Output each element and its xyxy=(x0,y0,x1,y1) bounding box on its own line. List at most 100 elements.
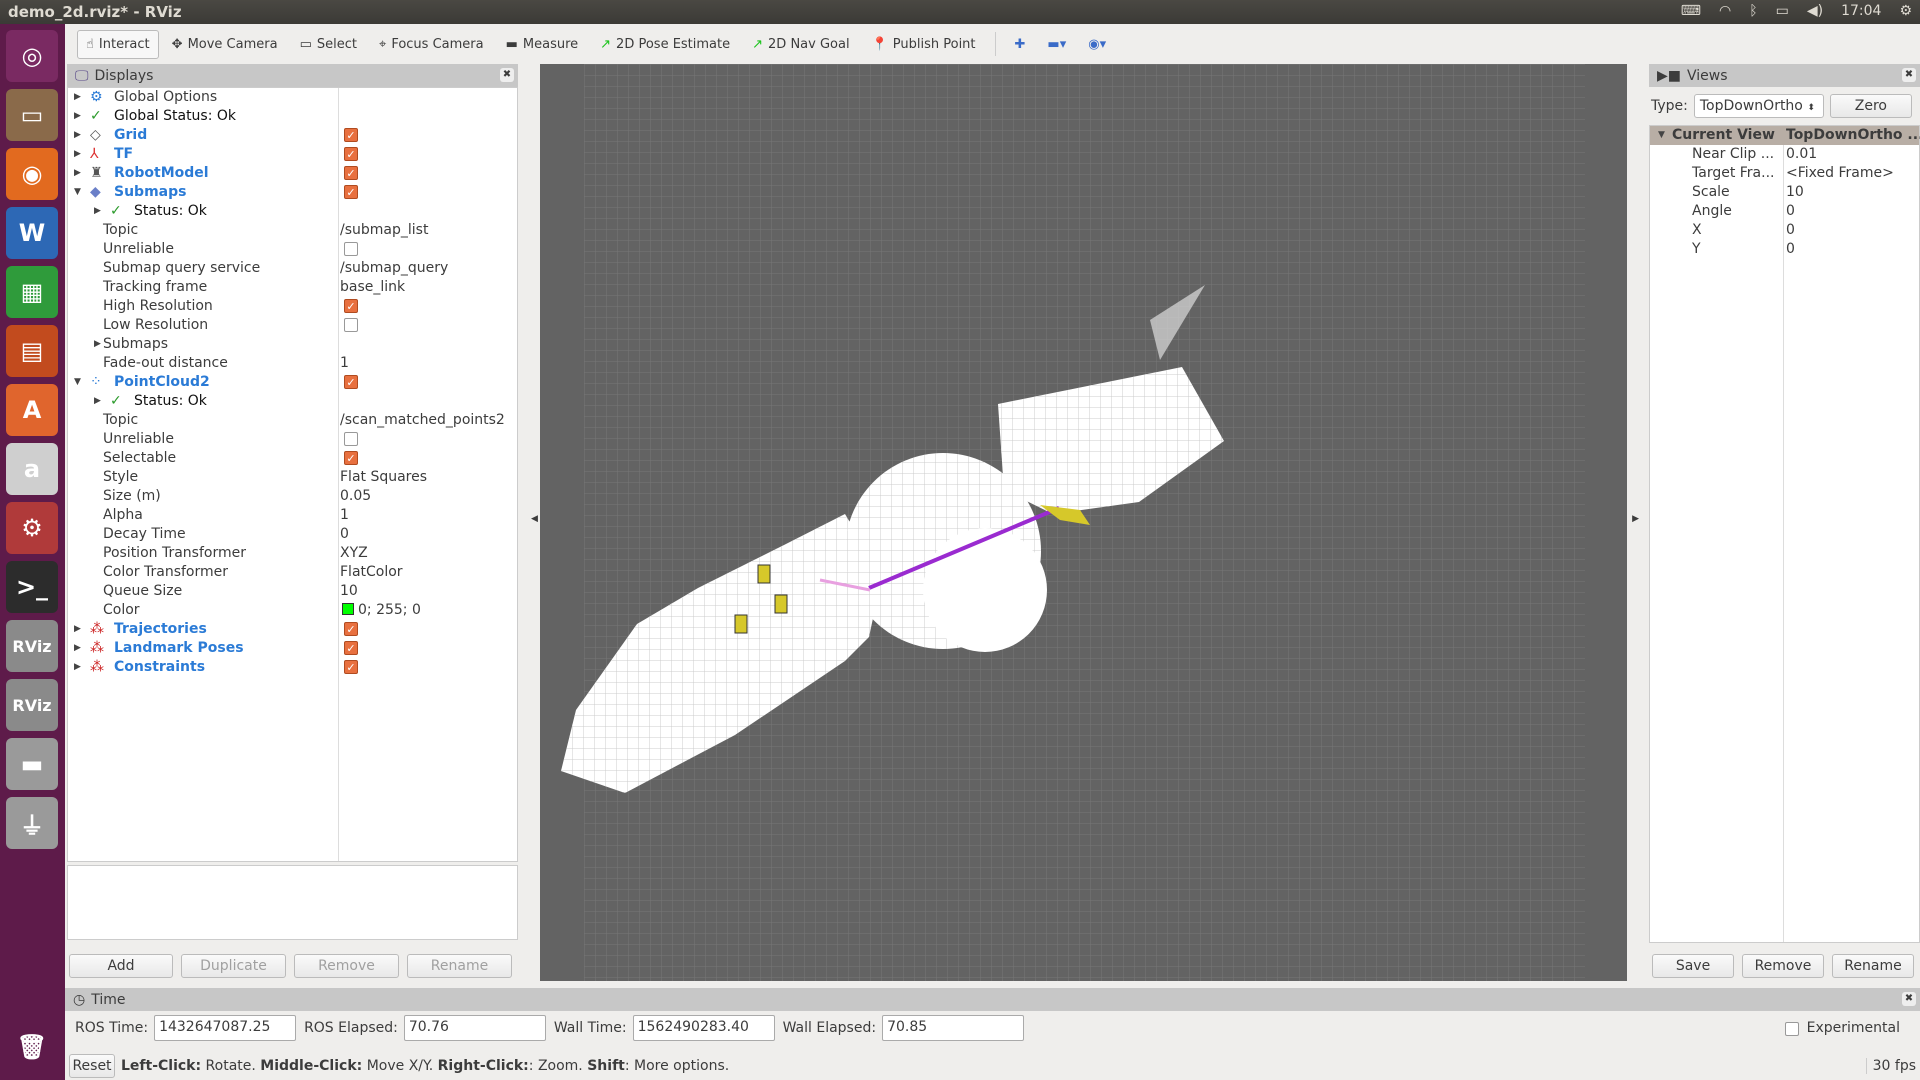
view-property-row[interactable]: Near Clip ... 0.01 xyxy=(1650,145,1919,164)
view-property-value[interactable]: 0 xyxy=(1786,240,1795,259)
view-property-value[interactable]: 0 xyxy=(1786,202,1795,221)
wifi-icon[interactable]: ◠ xyxy=(1719,3,1731,19)
expanded-arrow-icon[interactable]: ▼ xyxy=(74,183,81,202)
tool-select[interactable]: ▭ Select xyxy=(291,30,366,59)
expanded-arrow-icon[interactable]: ▼ xyxy=(74,373,81,392)
enabled-checkbox[interactable]: ✓ xyxy=(340,449,358,468)
rviz-icon[interactable]: RViz xyxy=(6,620,58,672)
collapse-right-handle[interactable]: ▶ xyxy=(1632,514,1639,524)
enabled-checkbox[interactable]: ✓ xyxy=(340,183,358,202)
display-row-topic[interactable]: Topic/scan_matched_points2 xyxy=(68,411,517,430)
display-row-status-ok[interactable]: ▶ ✓ Status: Ok xyxy=(68,202,517,221)
impress-icon[interactable]: ▤ xyxy=(6,325,58,377)
display-row-topic[interactable]: Topic/submap_list xyxy=(68,221,517,240)
enabled-checkbox[interactable]: ✓ xyxy=(340,658,358,677)
ros-time-field[interactable]: 1432647087.25 xyxy=(154,1015,297,1041)
collapsed-arrow-icon[interactable]: ▶ xyxy=(94,392,101,411)
writer-icon[interactable]: W xyxy=(6,207,58,259)
enabled-checkbox[interactable]: ✓ xyxy=(340,164,358,183)
enabled-checkbox[interactable]: ✓ xyxy=(340,620,358,639)
settings-icon[interactable]: ⚙ xyxy=(6,502,58,554)
display-row-unreliable[interactable]: Unreliable xyxy=(68,430,517,449)
wall-elapsed-field[interactable]: 70.85 xyxy=(882,1015,1025,1041)
property-value[interactable]: FlatColor xyxy=(340,563,403,582)
remove-button[interactable]: Remove xyxy=(294,954,399,978)
drive-icon[interactable]: ▬ xyxy=(6,738,58,790)
display-row-high-resolution[interactable]: High Resolution ✓ xyxy=(68,297,517,316)
wall-time-field[interactable]: 1562490283.40 xyxy=(632,1015,775,1041)
rename-button[interactable]: Rename xyxy=(407,954,512,978)
property-value[interactable]: 0.05 xyxy=(340,487,371,506)
collapsed-arrow-icon[interactable]: ▶ xyxy=(74,145,81,164)
software-center-icon[interactable]: A xyxy=(6,384,58,436)
view-type-select[interactable]: TopDownOrtho ⬍ xyxy=(1693,94,1824,118)
display-row-global-options[interactable]: ▶ ⚙ Global Options xyxy=(68,88,517,107)
view-property-row[interactable]: X0 xyxy=(1650,221,1919,240)
view-property-value[interactable]: 10 xyxy=(1786,183,1804,202)
trash-icon[interactable]: 🗑 xyxy=(6,1021,58,1073)
view-property-value[interactable]: 0.01 xyxy=(1786,145,1817,164)
zero-button[interactable]: Zero xyxy=(1829,94,1912,118)
collapsed-arrow-icon[interactable]: ▶ xyxy=(74,107,81,126)
tool-focus-camera[interactable]: ⌖ Focus Camera xyxy=(370,30,493,59)
files-icon[interactable]: ▭ xyxy=(6,89,58,141)
view-property-row[interactable]: Target Fra... <Fixed Frame> xyxy=(1650,164,1919,183)
enabled-checkbox[interactable]: ✓ xyxy=(340,373,358,392)
display-row-size-m-[interactable]: Size (m) 0.05 xyxy=(68,487,517,506)
property-value[interactable]: /submap_list xyxy=(340,221,428,240)
experimental-checkbox[interactable] xyxy=(1784,1022,1799,1036)
tool-2d-pose-estimate[interactable]: ↗ 2D Pose Estimate xyxy=(591,30,739,59)
enabled-checkbox[interactable]: ✓ xyxy=(340,126,358,145)
display-row-color[interactable]: Color 0; 255; 0 xyxy=(68,601,517,620)
collapsed-arrow-icon[interactable]: ▶ xyxy=(94,335,101,354)
property-value[interactable]: /submap_query xyxy=(340,259,448,278)
collapsed-arrow-icon[interactable]: ▶ xyxy=(74,126,81,145)
power-gear-icon[interactable]: ⚙ xyxy=(1899,3,1912,19)
ros-elapsed-field[interactable]: 70.76 xyxy=(403,1015,546,1041)
remove-tool-icon[interactable]: ▬▾ xyxy=(1038,30,1075,59)
display-row-constraints[interactable]: ▶ ⁂ Constraints ✓ xyxy=(68,658,517,677)
duplicate-button[interactable]: Duplicate xyxy=(181,954,286,978)
display-row-robotmodel[interactable]: ▶ ♜ RobotModel ✓ xyxy=(68,164,517,183)
3d-view[interactable]: ◀ ▶ xyxy=(531,64,1639,981)
terminal-icon[interactable]: >_ xyxy=(6,561,58,613)
usb-icon[interactable]: ⏚ xyxy=(6,797,58,849)
property-value[interactable]: Flat Squares xyxy=(340,468,427,487)
view-property-row[interactable]: Scale 10 xyxy=(1650,183,1919,202)
display-row-low-resolution[interactable]: Low Resolution xyxy=(68,316,517,335)
tool-interact[interactable]: ☝ Interact xyxy=(77,29,159,59)
rviz-icon[interactable]: RViz xyxy=(6,679,58,731)
display-row-pointcloud2[interactable]: ▼ ⁘ PointCloud2 ✓ xyxy=(68,373,517,392)
collapsed-arrow-icon[interactable]: ▶ xyxy=(74,164,81,183)
display-row-fade-out-distance[interactable]: Fade-out distance 1 xyxy=(68,354,517,373)
property-value[interactable]: 1 xyxy=(340,354,349,373)
firefox-icon[interactable]: ◉ xyxy=(6,148,58,200)
enabled-checkbox[interactable]: ✓ xyxy=(340,639,358,658)
view-property-row[interactable]: Y0 xyxy=(1650,240,1919,259)
current-view-row[interactable]: ▼ Current View TopDownOrtho ... xyxy=(1650,126,1920,145)
clock[interactable]: 17:04 xyxy=(1841,3,1881,19)
collapsed-arrow-icon[interactable]: ▶ xyxy=(74,620,81,639)
display-row-global-status-ok[interactable]: ▶ ✓ Global Status: Ok xyxy=(68,107,517,126)
display-row-landmark-poses[interactable]: ▶ ⁂ Landmark Poses ✓ xyxy=(68,639,517,658)
rename-view-button[interactable]: Rename xyxy=(1832,954,1914,978)
display-row-status-ok[interactable]: ▶ ✓ Status: Ok xyxy=(68,392,517,411)
property-value[interactable]: 0 xyxy=(340,525,349,544)
display-row-queue-size[interactable]: Queue Size 10 xyxy=(68,582,517,601)
display-row-unreliable[interactable]: Unreliable xyxy=(68,240,517,259)
collapsed-arrow-icon[interactable]: ▶ xyxy=(74,639,81,658)
property-value[interactable]: 1 xyxy=(340,506,349,525)
tool-2d-nav-goal[interactable]: ↗ 2D Nav Goal xyxy=(743,30,858,59)
remove-view-button[interactable]: Remove xyxy=(1742,954,1824,978)
enabled-checkbox[interactable]: ✓ xyxy=(340,297,358,316)
close-icon[interactable]: ✖ xyxy=(500,68,514,82)
view-property-value[interactable]: 0 xyxy=(1786,221,1795,240)
amazon-icon[interactable]: a xyxy=(6,443,58,495)
calc-icon[interactable]: ▦ xyxy=(6,266,58,318)
property-value[interactable]: 0; 255; 0 xyxy=(340,601,421,620)
display-row-submaps[interactable]: ▶ Submaps xyxy=(68,335,517,354)
collapse-left-handle[interactable]: ◀ xyxy=(531,514,538,524)
collapsed-arrow-icon[interactable]: ▶ xyxy=(74,658,81,677)
display-row-grid[interactable]: ▶ ◇ Grid ✓ xyxy=(68,126,517,145)
volume-icon[interactable]: ◀) xyxy=(1807,3,1823,19)
